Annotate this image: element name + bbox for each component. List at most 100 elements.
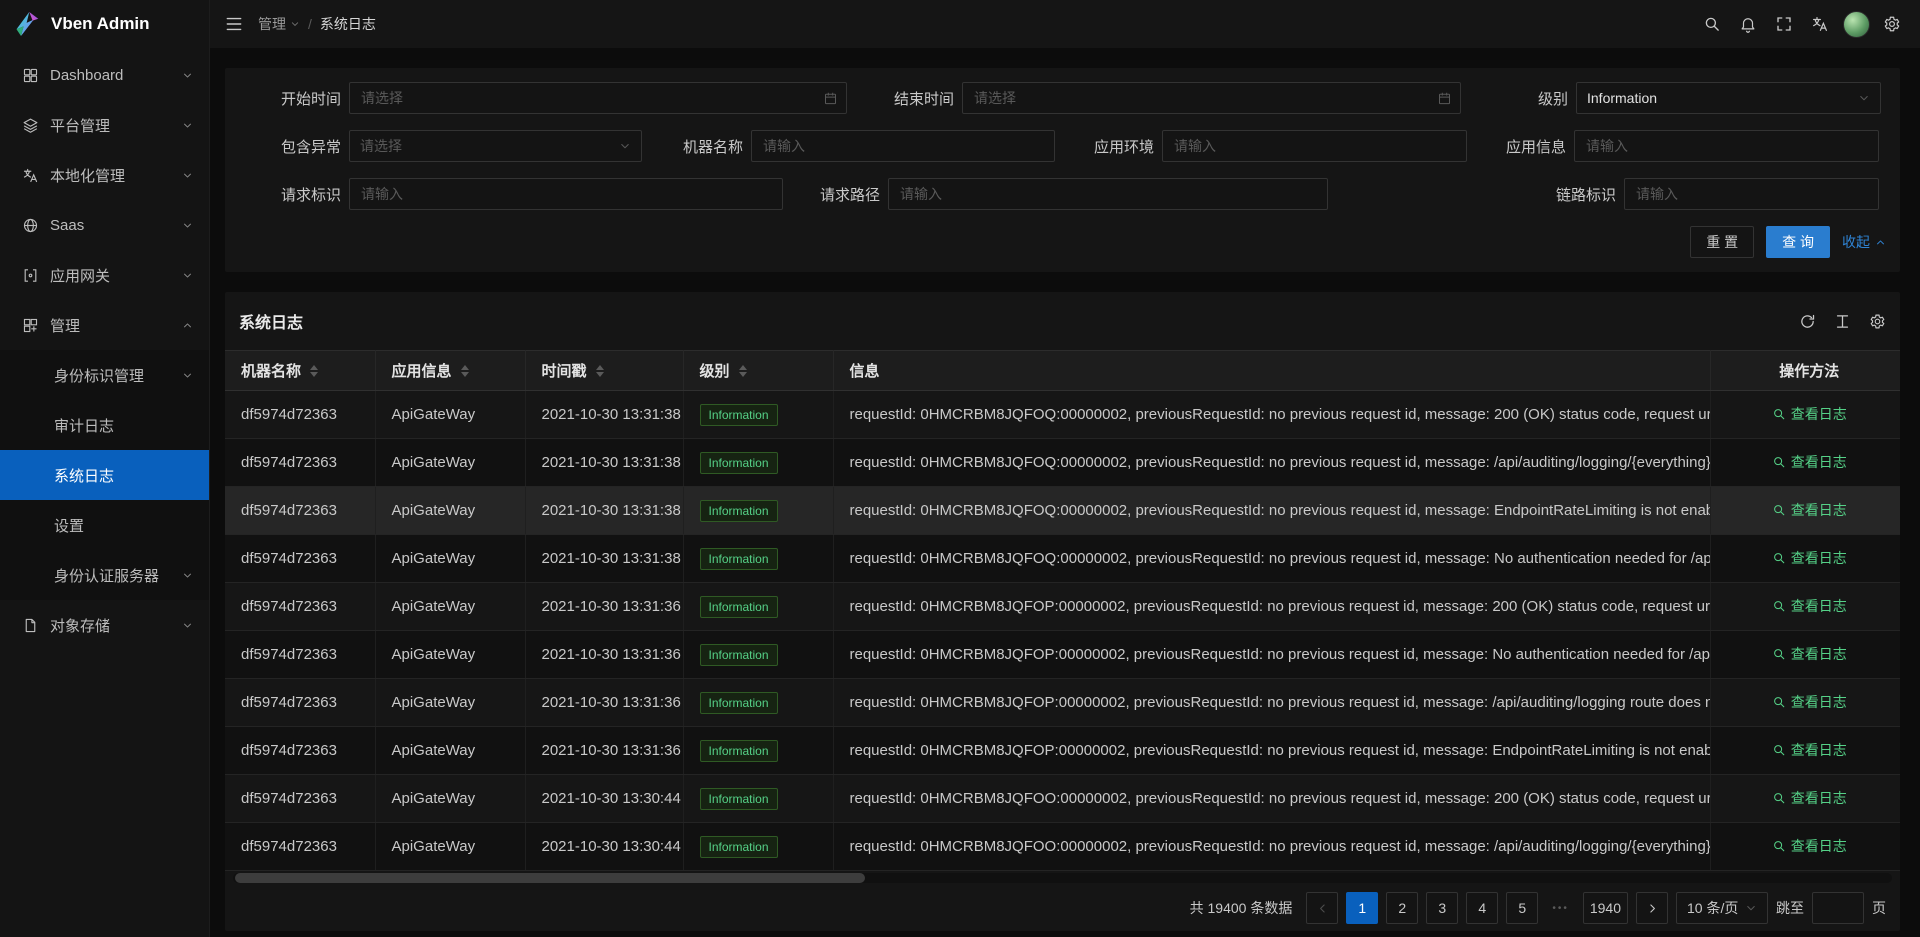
has-exception-select[interactable]: 请选择 <box>349 130 642 162</box>
scrollbar-thumb[interactable] <box>235 873 865 883</box>
view-log-button[interactable]: 查看日志 <box>1772 452 1847 472</box>
view-log-button[interactable]: 查看日志 <box>1772 788 1847 808</box>
sidebar-item-platform[interactable]: 平台管理 <box>0 100 209 150</box>
table-title: 系统日志 <box>239 309 303 333</box>
refresh-icon[interactable] <box>1799 313 1816 330</box>
app-environment-input[interactable] <box>1162 130 1467 162</box>
search-button[interactable]: 查 询 <box>1766 226 1830 258</box>
pagination-prev-button[interactable] <box>1306 892 1338 924</box>
sidebar-item-saas[interactable]: Saas <box>0 200 209 250</box>
sidebar-menu: Dashboard平台管理本地化管理Saas应用网关管理身份标识管理审计日志系统… <box>0 48 209 937</box>
view-log-button[interactable]: 查看日志 <box>1772 404 1847 424</box>
pagination-total: 共 19400 条数据 <box>1190 898 1293 918</box>
sidebar-item-localization[interactable]: 本地化管理 <box>0 150 209 200</box>
end-time-picker[interactable] <box>962 82 1461 114</box>
column-label: 级别 <box>700 360 730 381</box>
pagination-page-1[interactable]: 1 <box>1346 892 1378 924</box>
reset-button[interactable]: 重 置 <box>1690 226 1754 258</box>
table-row: df5974d72363ApiGateWay2021-10-30 13:31:3… <box>225 727 1900 775</box>
saas-icon <box>22 217 39 234</box>
level-cell: Information <box>683 583 833 631</box>
request-path-input[interactable] <box>888 178 1328 210</box>
fullscreen-icon[interactable] <box>1766 0 1802 48</box>
app-info-cell: ApiGateWay <box>375 487 525 535</box>
pagination-page-5[interactable]: 5 <box>1506 892 1538 924</box>
pagination-page-4[interactable]: 4 <box>1466 892 1498 924</box>
table-toolbar: 系统日志 <box>225 292 1900 350</box>
start-time-picker[interactable] <box>349 82 847 114</box>
end-time-label: 结束时间 <box>847 88 962 109</box>
settings-gear-icon[interactable] <box>1874 0 1910 48</box>
user-avatar[interactable] <box>1838 0 1874 48</box>
view-log-button[interactable]: 查看日志 <box>1772 500 1847 520</box>
action-cell: 查看日志 <box>1710 823 1900 871</box>
message-cell: requestId: 0HMCRBM8JQFOQ:00000002, previ… <box>833 487 1710 535</box>
notification-bell-icon[interactable] <box>1730 0 1766 48</box>
sidebar-item-label: 身份标识管理 <box>54 365 182 386</box>
menu-fold-icon[interactable] <box>224 14 244 34</box>
collapse-button[interactable]: 收起 <box>1842 232 1886 252</box>
sidebar-item-app-gateway[interactable]: 应用网关 <box>0 250 209 300</box>
column-height-icon[interactable] <box>1834 313 1851 330</box>
language-translate-icon[interactable] <box>1802 0 1838 48</box>
request-id-input[interactable] <box>349 178 783 210</box>
search-icon <box>1772 407 1786 421</box>
column-header-timestamp[interactable]: 时间戳 <box>525 351 683 391</box>
chevron-up-icon <box>1875 237 1886 248</box>
view-log-button[interactable]: 查看日志 <box>1772 596 1847 616</box>
filter-actions: 重 置 查 询 收起 <box>239 226 1886 258</box>
action-cell: 查看日志 <box>1710 679 1900 727</box>
request-id-field <box>349 178 783 210</box>
view-log-button[interactable]: 查看日志 <box>1772 692 1847 712</box>
sidebar: Vben Admin Dashboard平台管理本地化管理Saas应用网关管理身… <box>0 0 210 937</box>
column-header-app[interactable]: 应用信息 <box>375 351 525 391</box>
breadcrumb-parent[interactable]: 管理 <box>258 14 300 34</box>
end-time-input[interactable] <box>962 82 1461 114</box>
pagination-next-button[interactable] <box>1636 892 1668 924</box>
message-cell: requestId: 0HMCRBM8JQFOO:00000002, previ… <box>833 775 1710 823</box>
sidebar-item-label: 设置 <box>54 515 193 536</box>
message-cell: requestId: 0HMCRBM8JQFOP:00000002, previ… <box>833 679 1710 727</box>
logo[interactable]: Vben Admin <box>0 0 209 48</box>
chevron-down-icon <box>619 140 631 152</box>
timestamp-cell: 2021-10-30 13:31:36 <box>525 727 683 775</box>
level-cell: Information <box>683 439 833 487</box>
request-path-field <box>888 178 1328 210</box>
column-header-level[interactable]: 级别 <box>683 351 833 391</box>
column-header-machine[interactable]: 机器名称 <box>225 351 375 391</box>
trace-id-input[interactable] <box>1624 178 1879 210</box>
app-info-cell: ApiGateWay <box>375 679 525 727</box>
pagination-page-1940[interactable]: 1940 <box>1583 892 1628 924</box>
has-exception-label: 包含异常 <box>239 136 349 157</box>
sidebar-item-audit-logs[interactable]: 审计日志 <box>0 400 209 450</box>
message-cell: requestId: 0HMCRBM8JQFOQ:00000002, previ… <box>833 535 1710 583</box>
level-badge: Information <box>700 740 778 762</box>
pagination-page-2[interactable]: 2 <box>1386 892 1418 924</box>
view-log-button[interactable]: 查看日志 <box>1772 836 1847 856</box>
view-log-button[interactable]: 查看日志 <box>1772 548 1847 568</box>
trace-id-label: 链路标识 <box>1328 184 1624 205</box>
column-settings-icon[interactable] <box>1869 313 1886 330</box>
sidebar-item-object-storage[interactable]: 对象存储 <box>0 600 209 650</box>
app-info-input[interactable] <box>1574 130 1879 162</box>
sidebar-item-dashboard[interactable]: Dashboard <box>0 50 209 100</box>
level-select[interactable]: Information <box>1576 82 1881 114</box>
jump-page-input[interactable] <box>1812 892 1864 924</box>
sidebar-item-system-logs[interactable]: 系统日志 <box>0 450 209 500</box>
sidebar-item-auth-server[interactable]: 身份认证服务器 <box>0 550 209 600</box>
view-log-button[interactable]: 查看日志 <box>1772 644 1847 664</box>
search-icon[interactable] <box>1694 0 1730 48</box>
start-time-input[interactable] <box>349 82 847 114</box>
breadcrumb-parent-label: 管理 <box>258 14 286 34</box>
view-log-button[interactable]: 查看日志 <box>1772 740 1847 760</box>
sidebar-item-settings[interactable]: 设置 <box>0 500 209 550</box>
has-exception-select-wrap: 请选择 <box>349 130 642 162</box>
level-cell: Information <box>683 535 833 583</box>
sidebar-item-admin[interactable]: 管理 <box>0 300 209 350</box>
message-cell: requestId: 0HMCRBM8JQFOP:00000002, previ… <box>833 727 1710 775</box>
pagination-page-3[interactable]: 3 <box>1426 892 1458 924</box>
sidebar-item-identity-management[interactable]: 身份标识管理 <box>0 350 209 400</box>
machine-name-cell: df5974d72363 <box>225 775 375 823</box>
machine-name-input[interactable] <box>751 130 1055 162</box>
page-size-select[interactable]: 10 条/页 <box>1676 892 1768 924</box>
